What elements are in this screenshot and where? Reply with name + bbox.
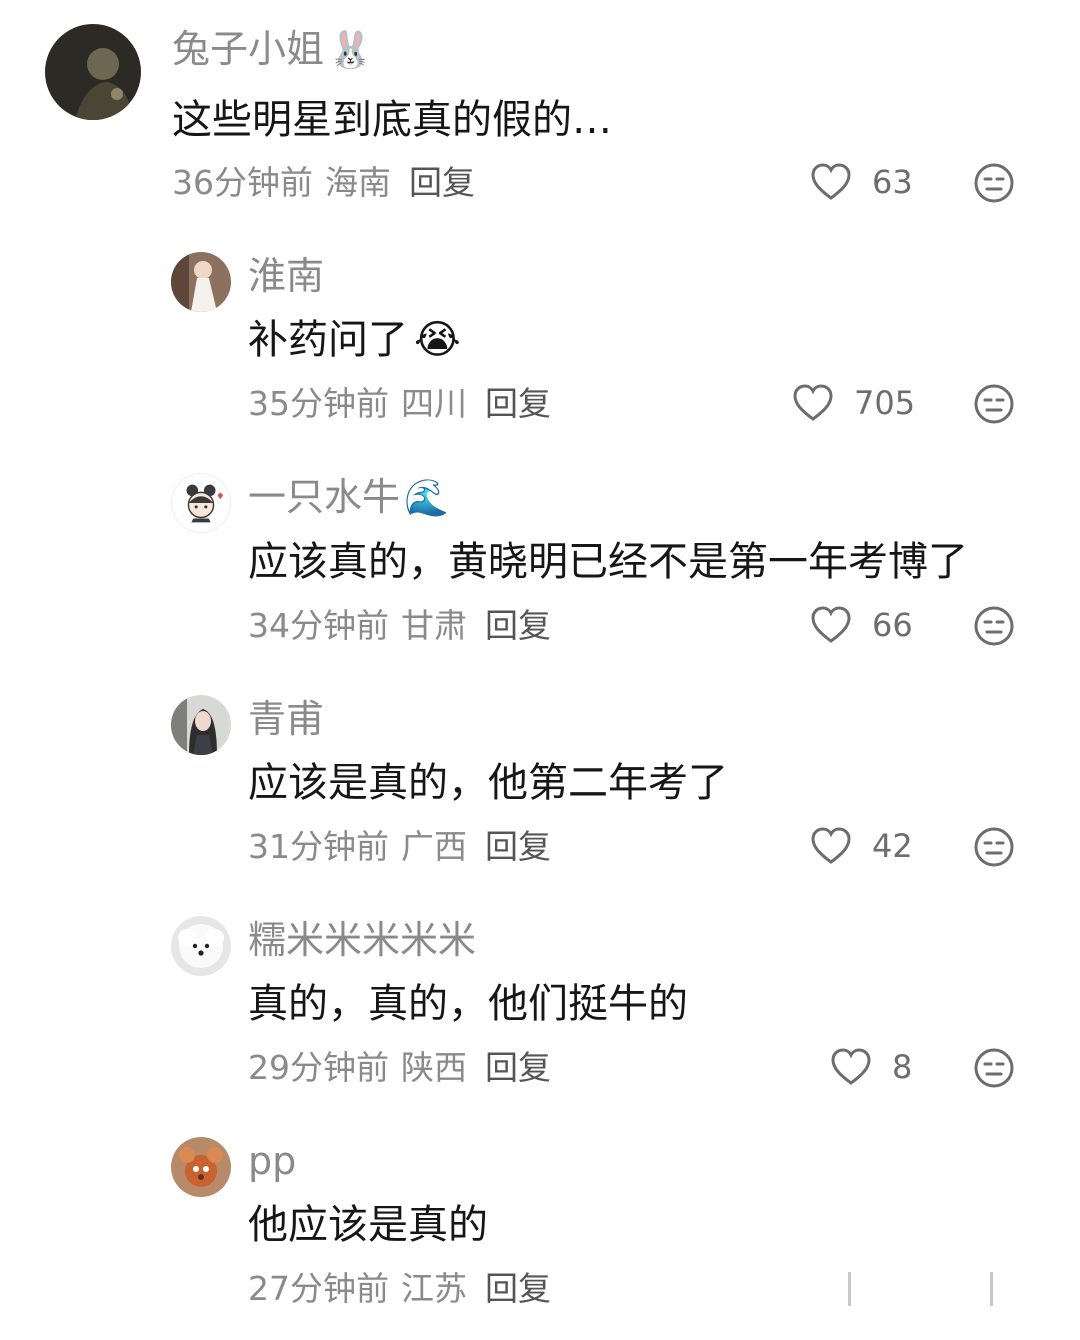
comment-text: 应该真的，黄晓明已经不是第一年考博了 <box>248 539 968 585</box>
neutral-face-icon <box>974 384 1014 424</box>
like-button[interactable]: 8 <box>830 1045 912 1089</box>
heart-outline-icon <box>793 384 833 421</box>
username[interactable]: 兔子小姐 🐰 <box>172 30 373 69</box>
comment-location: 四川 <box>401 384 467 423</box>
like-count: 66 <box>872 606 913 644</box>
avatar[interactable] <box>171 1137 231 1197</box>
loading-placeholder <box>848 1272 851 1306</box>
avatar[interactable] <box>45 24 141 120</box>
username[interactable]: 一只水牛 🌊 <box>248 478 449 517</box>
username[interactable]: 淮南 <box>248 257 328 296</box>
like-count: 42 <box>872 827 913 865</box>
reply-button[interactable]: 回复 <box>485 827 551 866</box>
dislike-button[interactable] <box>973 1047 1015 1089</box>
like-button[interactable]: 705 <box>792 381 915 425</box>
heart-outline-icon <box>811 827 851 864</box>
neutral-face-icon <box>974 827 1014 867</box>
comment-meta: 34分钟前 甘肃 回复 <box>248 609 563 642</box>
dislike-button[interactable] <box>973 826 1015 868</box>
dislike-button[interactable] <box>973 383 1015 425</box>
like-button[interactable]: 66 <box>810 603 913 647</box>
rabbit-emoji: 🐰 <box>328 30 373 71</box>
neutral-face-icon <box>974 163 1014 203</box>
comment-time: 27分钟前 <box>248 1269 389 1308</box>
neutral-face-icon <box>974 606 1014 646</box>
like-count: 8 <box>892 1048 913 1086</box>
comment-meta: 27分钟前 江苏 回复 <box>248 1272 563 1305</box>
comment-meta: 29分钟前 陕西 回复 <box>248 1051 563 1084</box>
comment-location: 海南 <box>325 163 391 202</box>
avatar[interactable] <box>171 473 231 533</box>
heart-outline-icon <box>831 1048 871 1085</box>
username[interactable]: 糯米米米米米 <box>248 921 480 960</box>
heart-outline-icon <box>811 606 851 643</box>
username[interactable]: pp <box>248 1142 300 1181</box>
comment-meta: 36分钟前 海南 回复 <box>172 166 487 199</box>
reply-button[interactable]: 回复 <box>485 384 551 423</box>
comment-location: 江苏 <box>401 1269 467 1308</box>
dislike-button[interactable] <box>973 605 1015 647</box>
dislike-button[interactable] <box>973 162 1015 204</box>
reply-button[interactable]: 回复 <box>485 606 551 645</box>
like-button[interactable]: 42 <box>810 824 913 868</box>
reply-button[interactable]: 回复 <box>409 163 475 202</box>
comment-time: 29分钟前 <box>248 1048 389 1087</box>
avatar[interactable] <box>171 916 231 976</box>
comment-time: 35分钟前 <box>248 384 389 423</box>
comment-text: 补药问了 😭 <box>248 317 461 363</box>
wave-emoji: 🌊 <box>404 478 449 519</box>
like-count: 63 <box>872 163 913 201</box>
reply-button[interactable]: 回复 <box>485 1269 551 1308</box>
comment-location: 甘肃 <box>401 606 467 645</box>
comment-meta: 31分钟前 广西 回复 <box>248 830 563 863</box>
like-button[interactable]: 63 <box>810 160 913 204</box>
reply-button[interactable]: 回复 <box>485 1048 551 1087</box>
comment-text: 应该是真的，他第二年考了 <box>248 760 728 806</box>
username[interactable]: 青甫 <box>248 700 328 739</box>
comment-text: 他应该是真的 <box>248 1202 488 1248</box>
comment-meta: 35分钟前 四川 回复 <box>248 387 563 420</box>
crying-emoji: 😭 <box>414 317 461 363</box>
loading-placeholder <box>990 1272 993 1306</box>
comment-location: 广西 <box>401 827 467 866</box>
like-count: 705 <box>854 384 916 422</box>
heart-outline-icon <box>811 163 851 200</box>
comment-text: 真的，真的，他们挺牛的 <box>248 981 688 1027</box>
comment-time: 36分钟前 <box>172 163 313 202</box>
comment-time: 31分钟前 <box>248 827 389 866</box>
avatar[interactable] <box>171 252 231 312</box>
comment-time: 34分钟前 <box>248 606 389 645</box>
comment-location: 陕西 <box>401 1048 467 1087</box>
avatar[interactable] <box>171 695 231 755</box>
comment-text: 这些明星到底真的假的… <box>172 97 612 143</box>
neutral-face-icon <box>974 1048 1014 1088</box>
